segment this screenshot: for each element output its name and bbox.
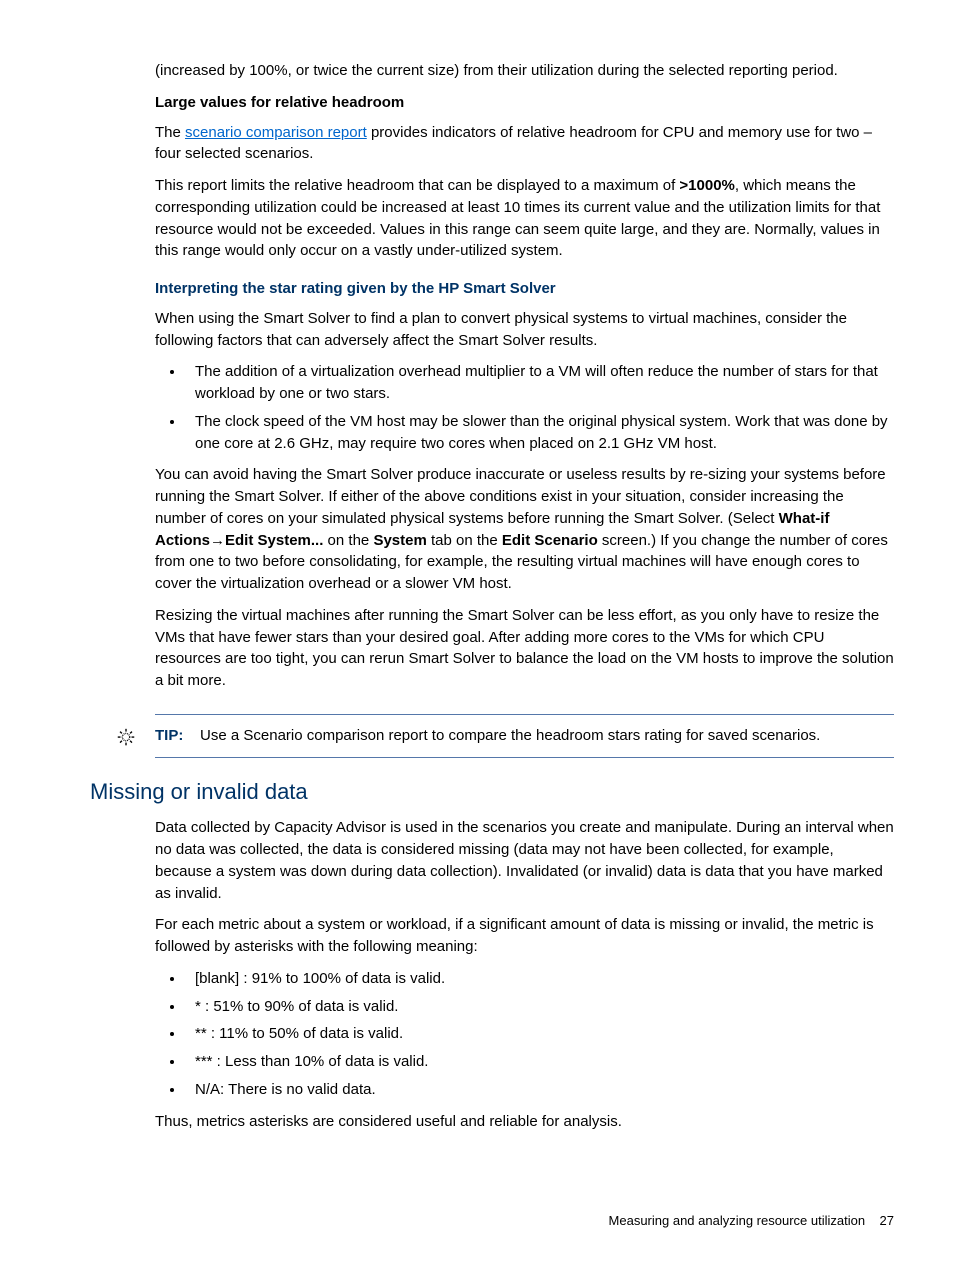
missing-data-p1: Data collected by Capacity Advisor is us… xyxy=(155,817,894,904)
star-rating-p3: Resizing the virtual machines after runn… xyxy=(155,605,894,692)
large-values-p2: This report limits the relative headroom… xyxy=(155,175,894,262)
tip-box: TIP: Use a Scenario comparison report to… xyxy=(155,714,894,758)
list-item: *** : Less than 10% of data is valid. xyxy=(185,1051,894,1073)
footer-text: Measuring and analyzing resource utiliza… xyxy=(609,1213,866,1228)
tip-lightbulb-icon xyxy=(115,727,137,756)
list-item: N/A: There is no valid data. xyxy=(185,1079,894,1101)
bold-edit-scenario: Edit Scenario xyxy=(502,532,598,549)
heading-large-values: Large values for relative headroom xyxy=(155,92,894,114)
missing-data-p3: Thus, metrics asterisks are considered u… xyxy=(155,1111,894,1133)
list-item: The clock speed of the VM host may be sl… xyxy=(185,411,894,455)
star-rating-p2: You can avoid having the Smart Solver pr… xyxy=(155,464,894,595)
main-content: (increased by 100%, or twice the current… xyxy=(155,60,894,758)
heading-missing-invalid-data: Missing or invalid data xyxy=(90,776,894,808)
bold-system: System xyxy=(373,532,426,549)
section3-content: Data collected by Capacity Advisor is us… xyxy=(155,817,894,1132)
star-rating-list: The addition of a virtualization overhea… xyxy=(185,361,894,454)
page-number: 27 xyxy=(880,1213,894,1228)
list-item: ** : 11% to 50% of data is valid. xyxy=(185,1023,894,1045)
scenario-comparison-report-link[interactable]: scenario comparison report xyxy=(185,124,367,141)
tip-label: TIP: xyxy=(155,727,183,744)
bold-1000-percent: >1000% xyxy=(679,177,734,194)
tip-content: Use a Scenario comparison report to comp… xyxy=(200,727,820,744)
list-item: The addition of a virtualization overhea… xyxy=(185,361,894,405)
tip-text xyxy=(188,727,201,744)
list-item: [blank] : 91% to 100% of data is valid. xyxy=(185,968,894,990)
large-values-p1: The scenario comparison report provides … xyxy=(155,122,894,166)
missing-data-list: [blank] : 91% to 100% of data is valid. … xyxy=(185,968,894,1101)
page-footer: Measuring and analyzing resource utiliza… xyxy=(609,1212,894,1231)
list-item: * : 51% to 90% of data is valid. xyxy=(185,996,894,1018)
heading-star-rating: Interpreting the star rating given by th… xyxy=(155,278,894,300)
missing-data-p2: For each metric about a system or worklo… xyxy=(155,914,894,958)
bold-edit-system: Edit System... xyxy=(225,532,323,549)
intro-paragraph: (increased by 100%, or twice the current… xyxy=(155,60,894,82)
star-rating-p1: When using the Smart Solver to find a pl… xyxy=(155,308,894,352)
